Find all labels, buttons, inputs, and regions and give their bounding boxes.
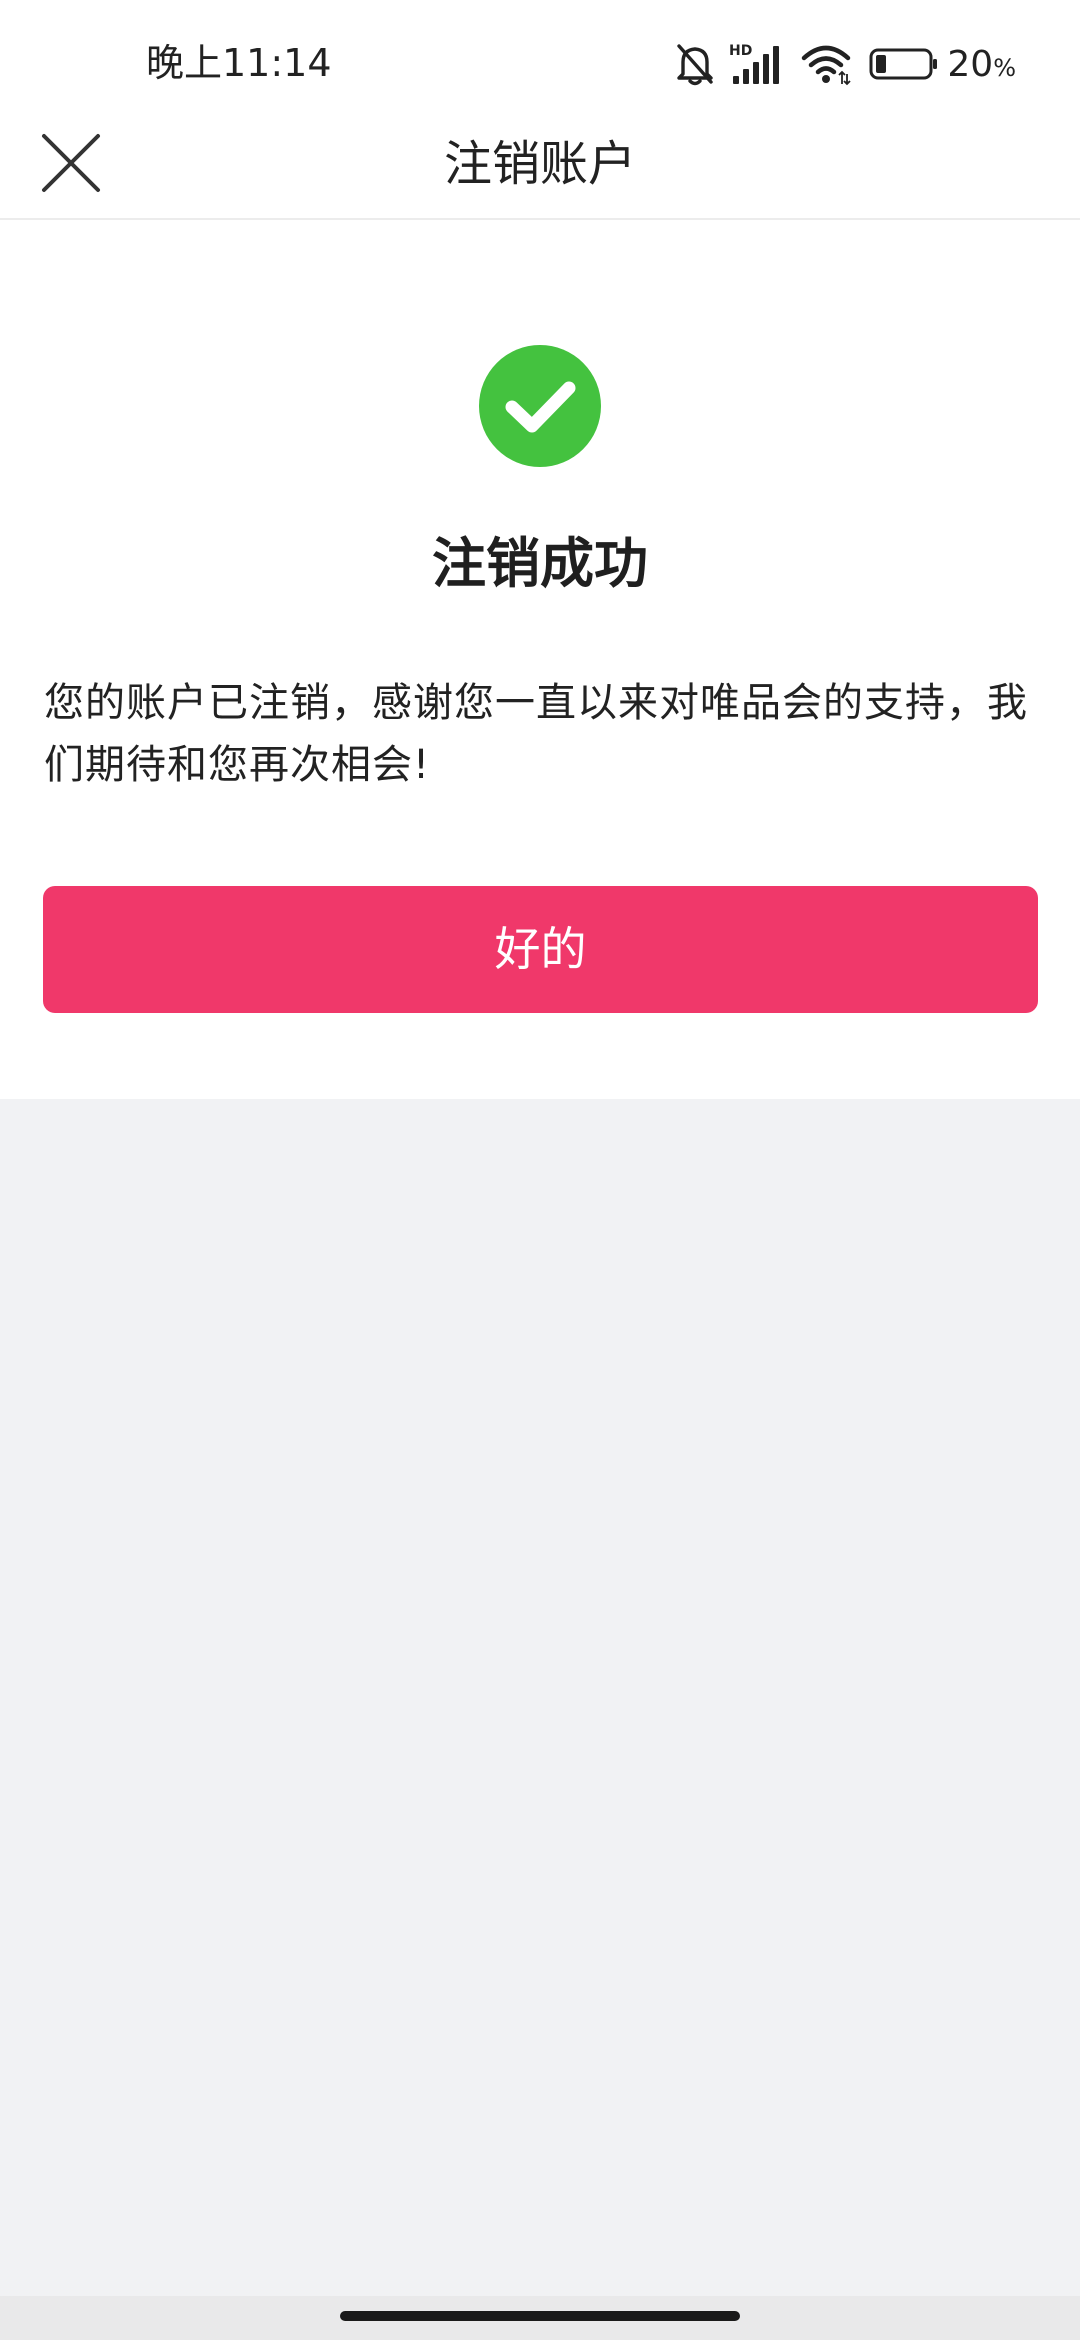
- bell-off-icon: [675, 42, 715, 86]
- signal-icon: HD: [729, 42, 785, 86]
- status-time: 晚上11:14: [146, 41, 332, 85]
- nav-bar: 注销账户: [0, 110, 1080, 220]
- success-title: 注销成功: [432, 532, 648, 595]
- battery-level-value: 20: [947, 43, 994, 85]
- wifi-icon: [801, 42, 852, 86]
- network-label: HD: [729, 43, 752, 59]
- home-indicator[interactable]: [340, 2311, 740, 2321]
- content-panel: 晚上11:14 HD 20% 注销账户 注销成功 您的账户已注销，感谢您一直以来…: [0, 0, 1080, 1099]
- battery-icon: [869, 47, 939, 81]
- check-circle-icon: [479, 345, 601, 467]
- success-message: 您的账户已注销，感谢您一直以来对唯品会的支持，我们期待和您再次相会!: [44, 680, 1028, 788]
- status-icons: HD 20%: [675, 36, 1016, 92]
- battery-level: 20%: [947, 44, 1016, 85]
- status-bar: 晚上11:14 HD 20%: [0, 0, 1080, 110]
- battery-level-unit: %: [993, 53, 1016, 82]
- page-title: 注销账户: [443, 136, 636, 192]
- ok-button[interactable]: 好的: [43, 886, 1038, 1013]
